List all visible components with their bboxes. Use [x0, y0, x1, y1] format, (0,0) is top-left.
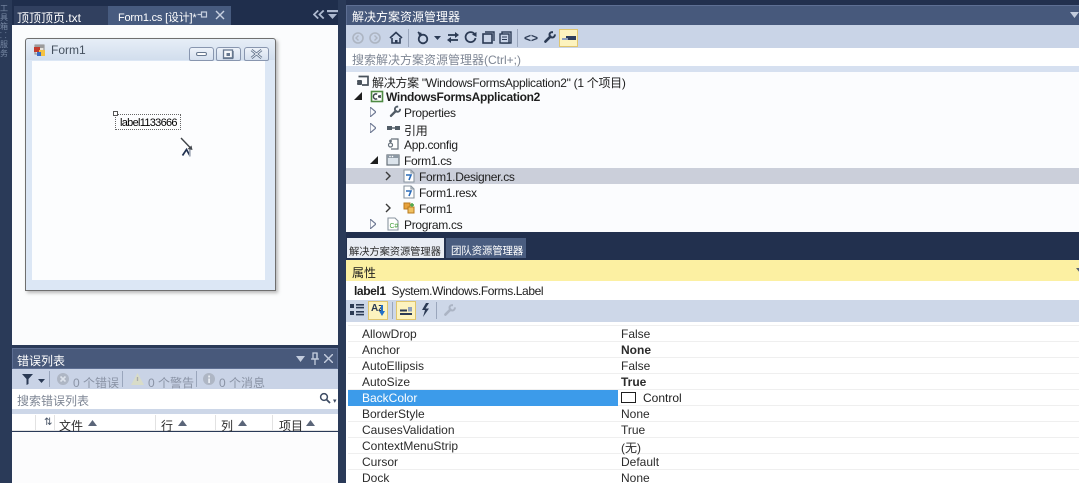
- svg-text:C#: C#: [390, 223, 399, 230]
